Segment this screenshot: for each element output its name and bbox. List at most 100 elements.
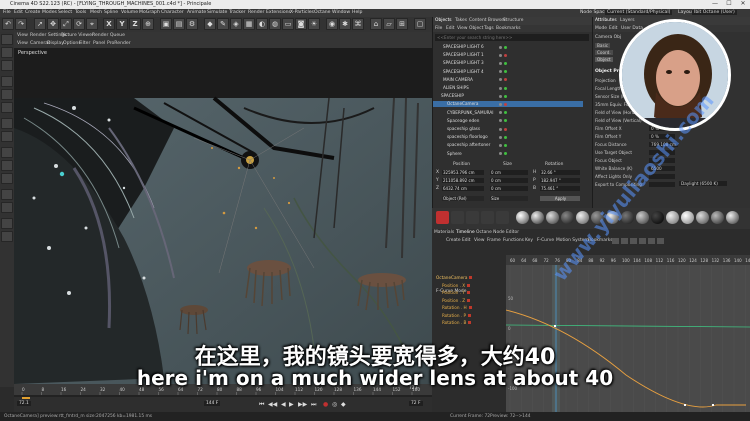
track-row[interactable]: Position . Z (442, 298, 471, 304)
polygons-mode-icon[interactable] (1, 102, 13, 113)
enable-toggle[interactable] (504, 135, 507, 139)
object-row[interactable]: ALIEN SHIPS (433, 85, 583, 91)
enable-toggle[interactable] (504, 45, 507, 49)
tab-octane-node-editor[interactable]: Octane Node Editor (476, 230, 519, 235)
track-row[interactable]: Rotation . H (442, 305, 472, 311)
visibility-dot[interactable] (499, 135, 502, 139)
graph-tool-3-icon[interactable] (630, 238, 637, 244)
start-frame-field[interactable]: 72.1 (17, 401, 31, 406)
render-picture-viewer-icon[interactable]: ▤ (173, 18, 185, 30)
axis-mode-icon[interactable] (1, 118, 13, 129)
material-swatch-10[interactable] (651, 211, 664, 224)
menu-octane[interactable]: Octane (314, 10, 331, 15)
viewport-menu-panel[interactable]: Panel (93, 41, 105, 46)
visibility-dot[interactable] (499, 94, 502, 98)
graph-tool-6-icon[interactable] (657, 238, 664, 244)
visibility-dot[interactable] (499, 111, 502, 115)
undo-icon[interactable]: ↶ (2, 18, 14, 30)
guide-icon[interactable]: ⊞ (396, 18, 408, 30)
track-key-icon[interactable] (468, 313, 472, 317)
python-icon[interactable]: ⌘ (352, 18, 364, 30)
next-frame-icon[interactable]: ▶▶ (298, 401, 307, 408)
material-swatch-2[interactable] (531, 211, 544, 224)
material-swatch-3[interactable] (546, 211, 559, 224)
apply-button[interactable]: Apply (540, 196, 580, 201)
position-y-field[interactable]: 211058.892 cm (442, 178, 484, 183)
tab-render-queue[interactable]: Render Queue (92, 33, 125, 38)
graph-menu-key[interactable]: Key (525, 238, 533, 243)
track-row[interactable]: Position . X (442, 283, 471, 289)
graph-menu-functions[interactable]: Functions (503, 238, 524, 243)
menu-x-particles[interactable]: X-Particles (290, 10, 314, 15)
tab-materials[interactable]: Materials (434, 230, 454, 235)
xparticles-icon[interactable]: ✱ (339, 18, 351, 30)
tab-content-browser[interactable]: Content Browser (469, 18, 506, 23)
size-y-field[interactable]: 0 cm (490, 178, 528, 183)
enable-toggle[interactable] (504, 152, 507, 156)
locked-workplane-icon[interactable] (1, 160, 13, 171)
graph-menu-edit[interactable]: Edit (462, 238, 471, 243)
keyframe-icon[interactable]: ◆ (341, 401, 346, 408)
menu-mograph[interactable]: MoGraph (139, 10, 160, 15)
tag-icon[interactable] (496, 211, 509, 224)
track-row[interactable]: Position . Y (442, 290, 470, 296)
position-z-field[interactable]: 6432.74 cm (442, 186, 484, 191)
object-row[interactable]: spaceship aftertoner (433, 142, 583, 148)
coord-mode-select[interactable]: Object (Rel) (442, 196, 484, 201)
rotation-h-field[interactable]: 32.66 ° (540, 170, 580, 175)
menu-character[interactable]: Character (161, 10, 184, 15)
rotation-b-field[interactable]: 75.461 ° (540, 186, 580, 191)
objects-menu-edit[interactable]: Edit (446, 26, 455, 31)
menu-help[interactable]: Help (352, 10, 362, 15)
track-key-icon[interactable] (467, 283, 471, 287)
object-row[interactable]: spaceship glass (433, 126, 583, 132)
visibility-dot[interactable] (499, 78, 502, 82)
redo-icon[interactable]: ↷ (15, 18, 27, 30)
object-row[interactable]: SPACESHIP LIGHT 4 (433, 69, 583, 75)
graph-tool-1-icon[interactable] (612, 238, 619, 244)
console-icon[interactable]: ▢ (414, 18, 426, 30)
rotate-tool-icon[interactable]: ⟳ (73, 18, 85, 30)
tab-layers[interactable]: Layers (620, 18, 635, 23)
object-row[interactable]: OctaneCamera (433, 101, 583, 108)
points-mode-icon[interactable] (1, 76, 13, 87)
track-row[interactable]: OctaneCamera (436, 275, 473, 281)
track-row[interactable]: Rotation . B (442, 320, 472, 326)
objects-menu-file[interactable]: File (435, 26, 442, 31)
workplane-icon[interactable]: ▱ (383, 18, 395, 30)
enable-toggle[interactable] (504, 94, 507, 98)
enable-toggle[interactable] (504, 61, 507, 65)
select-tool-icon[interactable]: ➚ (34, 18, 46, 30)
tab-takes[interactable]: Takes (455, 18, 467, 23)
visibility-dot[interactable] (499, 53, 502, 57)
tab-timeline[interactable]: Timeline (456, 230, 475, 235)
visibility-dot[interactable] (499, 61, 502, 65)
workplane-mode-icon[interactable] (1, 60, 13, 71)
light-icon[interactable]: ☀ (308, 18, 320, 30)
menu-spline[interactable]: Spline (104, 10, 118, 15)
enable-toggle[interactable] (504, 102, 507, 106)
material-swatch-12[interactable] (681, 211, 694, 224)
maximize-button[interactable]: ☐ (722, 0, 736, 9)
tweak-mode-icon[interactable] (1, 131, 13, 142)
subtab-coord[interactable]: Coord. (595, 50, 613, 55)
visibility-dot[interactable] (499, 152, 502, 156)
close-button[interactable]: ✕ (736, 0, 750, 9)
enable-toggle[interactable] (504, 78, 507, 82)
menu-extensions[interactable]: Extensions (266, 10, 291, 15)
track-key-icon[interactable] (469, 276, 473, 279)
menu-select[interactable]: Select (58, 10, 72, 15)
material-swatch-1[interactable] (516, 211, 529, 224)
enable-toggle[interactable] (504, 86, 507, 90)
objects-menu-tags[interactable]: Tags (484, 26, 494, 31)
enable-toggle[interactable] (504, 127, 507, 131)
graph-menu-frame[interactable]: Frame (487, 238, 501, 243)
layout-select[interactable]: Ibit Octane (User) (692, 10, 737, 15)
white-balance-preset-select[interactable]: Daylight (6500 K) (679, 181, 727, 186)
material-swatch-9[interactable] (636, 211, 649, 224)
material-swatch-4[interactable] (561, 211, 574, 224)
subtab-object[interactable]: Object (595, 57, 613, 62)
brush-icon[interactable] (1, 218, 13, 229)
viewport-solo-icon[interactable] (1, 189, 13, 200)
y-axis-toggle[interactable]: Y (116, 18, 128, 30)
